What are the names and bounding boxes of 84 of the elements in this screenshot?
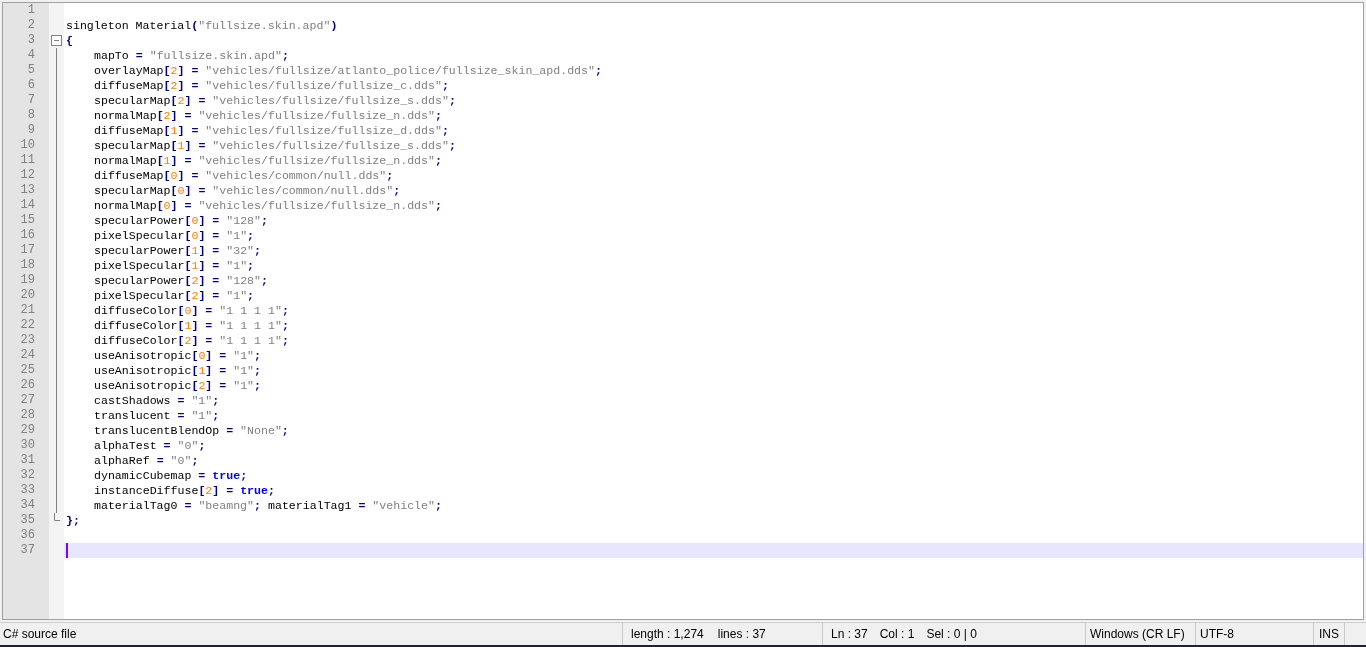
code-line: specularMap[0] = "vehicles/common/null.dds"; (93, 183, 401, 198)
line-number: 23 (19, 333, 36, 348)
collapse-icon[interactable] (51, 35, 62, 46)
line-number: 36 (19, 528, 36, 543)
code-line: translucent = "1"; (93, 408, 220, 423)
line-number: 14 (19, 198, 36, 213)
line-number: 24 (19, 348, 36, 363)
selection-label: Sel : 0 | 0 (926, 626, 977, 643)
fold-end-line (54, 513, 60, 521)
code-line: diffuseColor[1] = "1 1 1 1"; (93, 318, 289, 333)
line-number: 18 (19, 258, 36, 273)
code-line: pixelSpecular[0] = "1"; (93, 228, 255, 243)
file-type-label: C# source file (3, 627, 77, 641)
line-number: 2 (26, 18, 36, 33)
line-number: 33 (19, 483, 36, 498)
line-number: 17 (19, 243, 36, 258)
line-number: 6 (26, 78, 36, 93)
line-number: 35 (19, 513, 36, 528)
code-line: useAnisotropic[1] = "1"; (93, 363, 262, 378)
line-number: 32 (19, 468, 36, 483)
code-line: useAnisotropic[0] = "1"; (93, 348, 262, 363)
line-number: 20 (19, 288, 36, 303)
line-number: 31 (19, 453, 36, 468)
code-line: normalMap[0] = "vehicles/fullsize/fullsize_n.dds"; (93, 198, 442, 213)
line-number: 28 (19, 408, 36, 423)
code-line: castShadows = "1"; (93, 393, 220, 408)
line-number: 10 (19, 138, 36, 153)
column-position-label: Col : 1 (879, 626, 915, 643)
code-line: specularMap[2] = "vehicles/fullsize/fullsize_s.dds"; (93, 93, 456, 108)
line-number: 37 (19, 543, 36, 558)
line-number: 22 (19, 318, 36, 333)
code-line: diffuseMap[2] = "vehicles/fullsize/fullsize_c.dds"; (93, 78, 449, 93)
line-number: 13 (19, 183, 36, 198)
line-number: 5 (26, 63, 36, 78)
lines-label: lines : 37 (717, 626, 766, 643)
line-number: 1 (26, 3, 36, 18)
code-line: specularPower[2] = "128"; (93, 273, 268, 288)
line-number: 15 (19, 213, 36, 228)
insert-mode-label: INS (1319, 626, 1339, 643)
code-line: }; (66, 513, 80, 528)
line-number: 27 (19, 393, 36, 408)
code-line: specularPower[0] = "128"; (93, 213, 268, 228)
code-line: normalMap[1] = "vehicles/fullsize/fullsize_n.dds"; (93, 153, 442, 168)
editor-pane[interactable] (2, 2, 1364, 620)
line-number: 30 (19, 438, 36, 453)
code-line: normalMap[2] = "vehicles/fullsize/fullsize_n.dds"; (93, 108, 442, 123)
code-line: translucentBlendOp = "None"; (93, 423, 289, 438)
code-line: singleton Material("fullsize.skin.apd") (66, 18, 338, 33)
code-line: pixelSpecular[1] = "1"; (93, 258, 255, 273)
line-number: 12 (19, 168, 36, 183)
length-label: length : 1,274 (631, 626, 704, 643)
line-number: 4 (26, 48, 36, 63)
line-number: 25 (19, 363, 36, 378)
line-number: 19 (19, 273, 36, 288)
code-line: instanceDiffuse[2] = true; (93, 483, 275, 498)
code-line: diffuseColor[2] = "1 1 1 1"; (93, 333, 289, 348)
code-line: { (66, 33, 73, 48)
line-ending-label: Windows (CR LF) (1090, 626, 1185, 643)
line-number: 34 (19, 498, 36, 513)
code-line: mapTo = "fullsize.skin.apd"; (93, 48, 289, 63)
code-line: useAnisotropic[2] = "1"; (93, 378, 262, 393)
line-number: 8 (26, 108, 36, 123)
code-line: alphaRef = "0"; (93, 453, 199, 468)
line-number: 16 (19, 228, 36, 243)
code-line: specularMap[1] = "vehicles/fullsize/fullsize_s.dds"; (93, 138, 456, 153)
code-line: overlayMap[2] = "vehicles/fullsize/atlanto_police/fullsize_skin_apd.dds"; (93, 63, 602, 78)
encoding-label: UTF-8 (1200, 626, 1234, 643)
line-number: 9 (26, 123, 36, 138)
code-line: diffuseMap[1] = "vehicles/fullsize/fullsize_d.dds"; (93, 123, 449, 138)
code-line: pixelSpecular[2] = "1"; (93, 288, 255, 303)
code-line: materialTag0 = "beamng"; materialTag1 = "vehicle"; (93, 498, 442, 513)
line-position-label: Ln : 37 (831, 626, 868, 643)
code-line: diffuseColor[0] = "1 1 1 1"; (93, 303, 289, 318)
code-line: dynamicCubemap = true; (93, 468, 248, 483)
code-line: diffuseMap[0] = "vehicles/common/null.dds"; (93, 168, 394, 183)
line-number: 11 (19, 153, 36, 168)
code-line: alphaTest = "0"; (93, 438, 206, 453)
line-number: 21 (19, 303, 36, 318)
code-line: specularPower[1] = "32"; (93, 243, 262, 258)
line-number: 29 (19, 423, 36, 438)
line-number: 26 (19, 378, 36, 393)
text-cursor (66, 543, 68, 558)
line-number: 3 (26, 33, 36, 48)
line-number: 7 (26, 93, 36, 108)
